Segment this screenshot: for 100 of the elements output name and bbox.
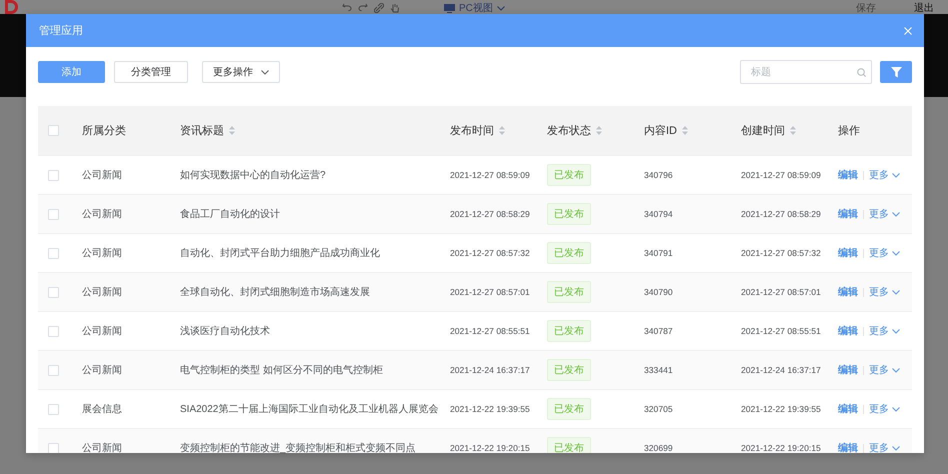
table-cell-text: 公司新闻 [82,246,122,260]
table-cell-text: 自动化、封闭式平台助力细胞产品成功商业化 [180,246,380,260]
checkbox[interactable] [48,125,59,136]
caret-icon [892,290,900,294]
checkbox[interactable] [48,404,59,414]
sort-icon[interactable] [499,126,505,135]
checkbox[interactable] [48,442,59,453]
add-button[interactable]: 添加 [38,61,105,83]
caret-icon [892,172,900,178]
edit-link[interactable]: 编辑 [838,246,858,260]
table-cell: 2021-12-27 08:55:51 [741,326,821,336]
more-link[interactable]: 更多 [869,207,900,221]
column-header[interactable]: 创建时间 [741,123,785,138]
table-cell: 2021-12-27 08:58:29 [741,209,821,219]
more-actions-button[interactable]: 更多操作 [202,61,280,83]
table-cell-text: 公司新闻 [82,208,122,221]
sort-icon[interactable] [229,126,235,135]
edit-link[interactable]: 编辑 [838,324,858,338]
table-cell: 2021-12-22 19:39:55 [741,404,821,414]
table-cell: 340790 [644,287,673,297]
column-header: 所属分类 [82,124,126,138]
checkbox[interactable] [48,326,59,336]
edit-link[interactable]: 编辑 [838,402,858,416]
checkbox[interactable] [48,248,59,258]
table-cell-text: 公司新闻 [82,442,122,453]
close-icon[interactable] [904,26,912,34]
edit-link[interactable]: 编辑 [838,441,858,453]
table-cell: 2021-12-22 19:20:15 [450,443,530,453]
caret-icon [261,70,269,74]
sort-icon[interactable] [596,126,602,135]
table-cell-text: 变频控制柜的节能改进_变频控制柜和柜式变频不同点 [180,442,416,453]
edit-link[interactable]: 编辑 [838,168,858,182]
checkbox[interactable] [48,170,59,180]
table-cell: 2021-12-24 16:37:17 [450,365,530,375]
save-link[interactable]: 保存 [856,1,876,15]
edit-link[interactable]: 编辑 [838,285,858,299]
table-cell: 333441 [644,365,673,375]
table-cell: 2021-12-27 08:55:51 [450,326,530,336]
table-cell: 2021-12-27 08:59:09 [741,170,821,180]
status-tag: 已发布 [547,164,591,186]
monitor-icon [444,4,455,12]
table-cell: 2021-12-27 08:57:32 [450,248,530,258]
column-header[interactable]: 内容ID [644,123,677,138]
status-tag: 已发布 [547,437,591,453]
hand-icon[interactable] [390,3,400,13]
edit-link[interactable]: 编辑 [838,363,858,377]
view-mode-label[interactable]: PC视图 [459,1,493,15]
status-tag: 已发布 [547,320,591,342]
exit-link[interactable]: 退出 [914,1,934,15]
checkbox[interactable] [48,364,59,376]
redo-icon[interactable] [358,3,368,11]
table-cell: 320699 [644,443,673,453]
logo-icon [4,0,18,14]
column-header[interactable]: 发布状态 [547,123,591,138]
status-tag: 已发布 [547,281,591,303]
column-header[interactable]: 资讯标题 [180,123,224,138]
more-link[interactable]: 更多 [869,168,900,182]
sort-icon[interactable] [790,126,796,135]
edit-link[interactable]: 编辑 [838,207,858,221]
table-cell-text: 公司新闻 [82,364,122,377]
table-cell: 340787 [644,326,673,336]
filter-button[interactable] [880,61,912,83]
table-cell-text: 全球自动化、封闭式细胞制造市场高速发展 [180,286,370,299]
more-link[interactable]: 更多 [869,246,900,260]
table-cell: 2021-12-27 08:57:32 [741,248,821,258]
checkbox[interactable] [48,208,59,220]
more-link[interactable]: 更多 [869,363,900,377]
status-tag: 已发布 [547,242,591,264]
dialog-title: 管理应用 [39,24,83,38]
table-cell: 2021-12-27 08:57:01 [741,287,821,297]
sort-icon[interactable] [682,126,688,135]
table-cell-text: 电气控制柜的类型 如何区分不同的电气控制柜 [180,364,383,377]
table-cell: 340791 [644,248,673,258]
table-cell-text: 公司新闻 [82,168,122,182]
table-cell: 2021-12-27 08:57:01 [450,287,530,297]
status-tag: 已发布 [547,398,591,420]
caret-icon [892,250,900,256]
table-cell-text: 食品工厂自动化的设计 [180,208,280,221]
caret-icon [892,368,900,372]
table-cell: 2021-12-27 08:58:29 [450,209,530,219]
more-link[interactable]: 更多 [869,324,900,338]
table-cell: 2021-12-22 19:39:55 [450,404,530,414]
filter-icon [890,66,902,78]
column-header[interactable]: 发布时间 [450,123,494,138]
table-cell: 2021-12-27 08:59:09 [450,170,530,180]
table-cell-text: 浅谈医疗自动化技术 [180,324,270,338]
link-icon[interactable] [374,3,384,13]
category-button[interactable]: 分类管理 [114,61,188,83]
table-cell: 2021-12-24 16:37:17 [741,365,821,375]
more-link[interactable]: 更多 [869,402,900,416]
more-link[interactable]: 更多 [869,285,900,299]
search-field[interactable]: 标题 [740,60,872,84]
table-cell: 2021-12-22 19:20:15 [741,443,821,453]
more-link[interactable]: 更多 [869,441,900,453]
caret-icon [892,406,900,412]
undo-icon[interactable] [342,3,352,11]
checkbox[interactable] [48,286,59,298]
table-cell: 340794 [644,209,673,219]
caret-icon [892,446,900,450]
table-cell-text: 如何实现数据中心的自动化运营? [180,168,326,182]
